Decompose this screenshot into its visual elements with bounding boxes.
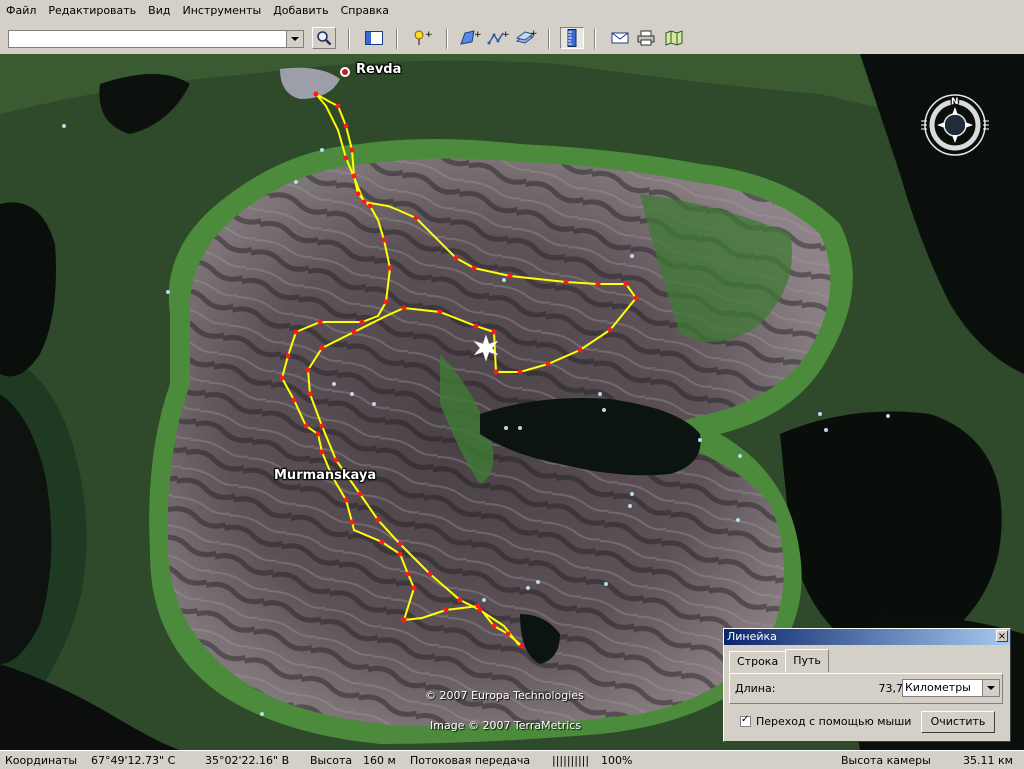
view-in-maps-button[interactable] bbox=[662, 27, 686, 49]
ruler-tabs: Строка Путь bbox=[729, 649, 829, 672]
print-button[interactable] bbox=[634, 27, 658, 49]
mouse-nav-checkbox[interactable] bbox=[740, 714, 751, 727]
mouse-nav-option[interactable]: Переход с помощью мыши bbox=[740, 714, 911, 728]
sidebar-toggle-icon bbox=[365, 31, 383, 45]
ruler-titlebar[interactable]: Линейка × bbox=[724, 629, 1010, 645]
add-image-overlay-button[interactable]: + bbox=[514, 27, 538, 49]
camera-alt-label: Высота камеры bbox=[841, 753, 931, 767]
length-label: Длина: bbox=[735, 682, 776, 695]
map-icon bbox=[665, 30, 683, 46]
menu-view[interactable]: Вид bbox=[142, 0, 176, 22]
toolbar-separator bbox=[396, 29, 398, 49]
svg-text:+: + bbox=[502, 30, 509, 40]
clear-button[interactable]: Очистить bbox=[921, 711, 995, 733]
tab-path[interactable]: Путь bbox=[785, 649, 829, 672]
search-icon bbox=[317, 31, 332, 46]
streaming-percent: 100% bbox=[601, 753, 633, 767]
place-label-murmanskaya[interactable]: Murmanskaya bbox=[274, 468, 376, 483]
search-button[interactable] bbox=[312, 27, 336, 49]
add-placemark-button[interactable]: + bbox=[410, 27, 434, 49]
ruler-title: Линейка bbox=[727, 630, 777, 643]
svg-text:+: + bbox=[425, 30, 432, 40]
search-combobox[interactable] bbox=[8, 30, 304, 48]
streaming-label: Потоковая передача bbox=[410, 753, 531, 767]
streaming-bar: |||||||||| bbox=[552, 753, 590, 767]
menu-tools[interactable]: Инструменты bbox=[176, 0, 267, 22]
unit-dropdown-arrow[interactable] bbox=[982, 680, 999, 696]
tab-line[interactable]: Строка bbox=[729, 651, 787, 672]
path-icon: + bbox=[487, 30, 509, 45]
menu-add[interactable]: Добавить bbox=[267, 0, 334, 22]
toolbar-separator bbox=[548, 29, 550, 49]
camera-alt-value: 35.11 км bbox=[963, 753, 1013, 767]
menu-file[interactable]: Файл bbox=[0, 0, 42, 22]
menu-edit[interactable]: Редактировать bbox=[42, 0, 142, 22]
longitude-value: 35°02'22.16" В bbox=[205, 753, 290, 767]
compass-north-label: N bbox=[951, 97, 959, 107]
ruler-panel: Длина: 73,72 Километры bbox=[729, 673, 1003, 704]
print-icon bbox=[637, 30, 655, 46]
status-bar: Координаты 67°49'12.73" С 35°02'22.16" В… bbox=[0, 750, 1024, 769]
mouse-nav-label[interactable]: Переход с помощью мыши bbox=[756, 715, 911, 728]
revda-place-icon[interactable] bbox=[340, 67, 350, 77]
toolbar-separator bbox=[348, 29, 350, 49]
place-label-revda[interactable]: Revda bbox=[356, 62, 401, 77]
add-polygon-button[interactable]: + bbox=[458, 27, 482, 49]
copyright-terrametrics: Image © 2007 TerraMetrics bbox=[430, 719, 582, 732]
email-icon bbox=[611, 32, 629, 44]
polygon-icon: + bbox=[460, 30, 481, 45]
placemark-icon: + bbox=[414, 30, 432, 45]
ruler-dialog: Линейка × Строка Путь Длина: 73,72 Килом… bbox=[723, 628, 1011, 742]
menu-bar: Файл Редактировать Вид Инструменты Добав… bbox=[0, 0, 1024, 22]
elevation-label: Высота bbox=[310, 753, 353, 767]
ruler-icon bbox=[567, 29, 577, 47]
svg-text:+: + bbox=[530, 29, 537, 39]
ruler-button[interactable] bbox=[560, 27, 584, 49]
toolbar: + + + + bbox=[0, 22, 1024, 55]
image-overlay-icon: + bbox=[515, 29, 537, 44]
latitude-value: 67°49'12.73" С bbox=[91, 753, 176, 767]
copyright-europa: © 2007 Europa Technologies bbox=[425, 689, 584, 702]
search-dropdown-arrow[interactable] bbox=[286, 31, 303, 47]
unit-select-value: Километры bbox=[905, 681, 971, 694]
coords-label: Координаты bbox=[5, 753, 78, 767]
svg-text:+: + bbox=[474, 30, 481, 40]
menu-help[interactable]: Справка bbox=[335, 0, 395, 22]
add-path-button[interactable]: + bbox=[486, 27, 510, 49]
unit-select[interactable]: Километры bbox=[902, 679, 1000, 697]
elevation-value: 160 м bbox=[363, 753, 396, 767]
email-button[interactable] bbox=[608, 27, 632, 49]
ruler-close-button[interactable]: × bbox=[996, 630, 1008, 642]
toolbar-separator bbox=[446, 29, 448, 49]
search-input[interactable] bbox=[9, 31, 291, 47]
toolbar-separator bbox=[594, 29, 596, 49]
sidebar-toggle-button[interactable] bbox=[362, 27, 386, 49]
